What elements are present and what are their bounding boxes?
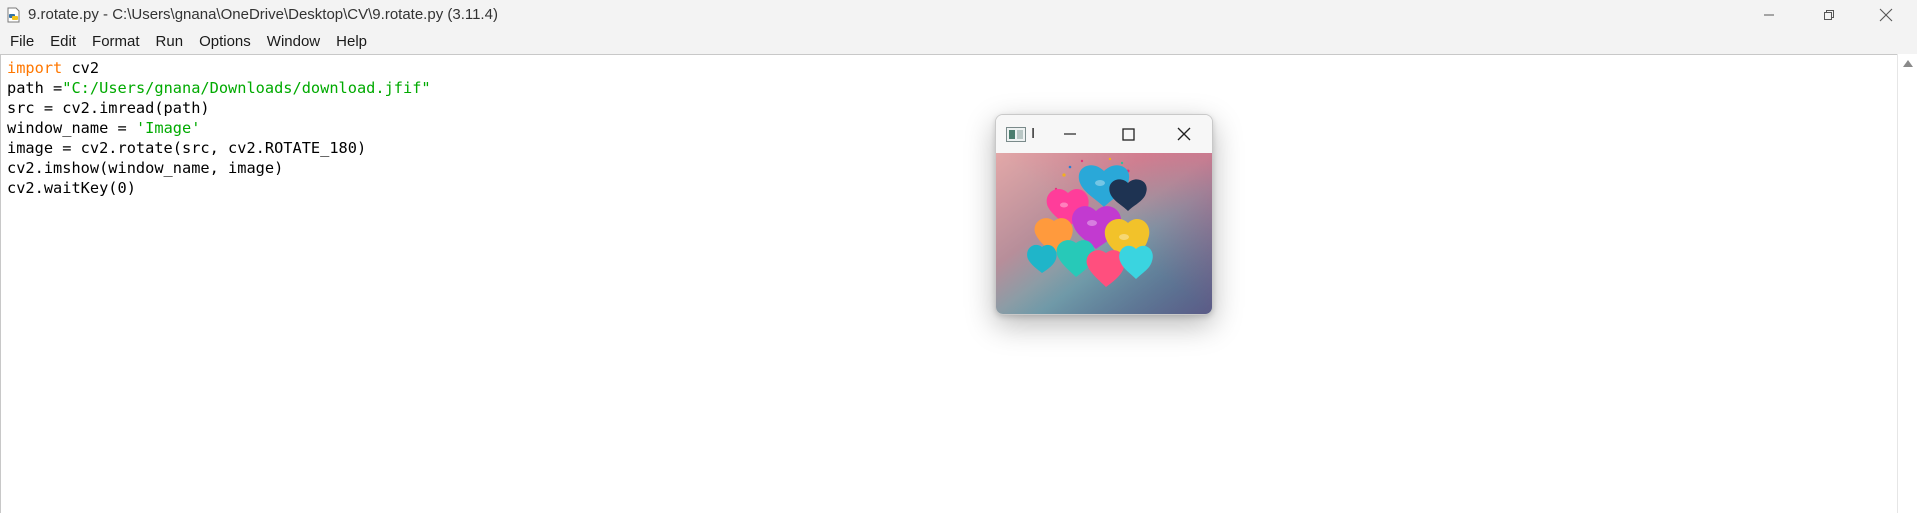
keyword-token: import: [7, 59, 63, 77]
code-editor[interactable]: import cv2 path ="C:/Users/gnana/Download…: [0, 54, 1897, 513]
code-token: window_name =: [7, 119, 136, 137]
opencv-app-icon: [1006, 127, 1026, 142]
vertical-scrollbar[interactable]: [1897, 54, 1917, 513]
menu-help[interactable]: Help: [328, 29, 375, 54]
window-title: 9.rotate.py - C:\Users\gnana\OneDrive\De…: [28, 6, 498, 23]
code-line: cv2.waitKey(0): [7, 179, 136, 197]
code-line: cv2.imshow(window_name, image): [7, 159, 284, 177]
image-window-minimize-button[interactable]: [1042, 115, 1098, 153]
menu-run[interactable]: Run: [148, 29, 192, 54]
code-line: window_name = 'Image': [7, 118, 431, 138]
restore-button[interactable]: [1802, 0, 1856, 29]
title-bar[interactable]: 9.rotate.py - C:\Users\gnana\OneDrive\De…: [0, 0, 1917, 29]
menu-bar: File Edit Format Run Options Window Help: [0, 29, 1917, 54]
minimize-button[interactable]: [1742, 0, 1796, 29]
menu-edit[interactable]: Edit: [42, 29, 84, 54]
restore-icon: [1824, 9, 1834, 20]
image-window[interactable]: I: [995, 114, 1213, 315]
menu-format[interactable]: Format: [84, 29, 148, 54]
code-token: cv2: [62, 59, 100, 77]
close-icon: [1177, 127, 1191, 141]
menu-window[interactable]: Window: [259, 29, 328, 54]
string-token: "C:/Users/gnana/Downloads/download.jfif": [62, 79, 431, 97]
code-text[interactable]: import cv2 path ="C:/Users/gnana/Download…: [7, 58, 431, 198]
menu-file[interactable]: File: [2, 29, 42, 54]
code-token: path =: [7, 79, 63, 97]
code-line: src = cv2.imread(path): [7, 99, 210, 117]
scroll-up-arrow-icon[interactable]: [1903, 60, 1913, 67]
close-icon: [1879, 8, 1893, 21]
code-line: image = cv2.rotate(src, cv2.ROTATE_180): [7, 139, 367, 157]
menu-options[interactable]: Options: [191, 29, 259, 54]
code-line: import cv2: [7, 58, 431, 78]
rotated-hearts-image: [996, 153, 1212, 314]
close-button[interactable]: [1859, 0, 1913, 29]
python-file-icon: [7, 7, 20, 23]
minimize-icon: [1764, 14, 1774, 15]
image-window-title-bar[interactable]: I: [996, 115, 1212, 153]
image-window-close-button[interactable]: [1156, 115, 1212, 153]
maximize-icon: [1121, 127, 1135, 141]
code-line: path ="C:/Users/gnana/Downloads/download…: [7, 78, 431, 98]
image-window-maximize-button[interactable]: [1100, 115, 1156, 153]
string-token: 'Image': [135, 119, 201, 137]
minimize-icon: [1064, 133, 1076, 135]
image-window-title: I: [1031, 125, 1036, 142]
